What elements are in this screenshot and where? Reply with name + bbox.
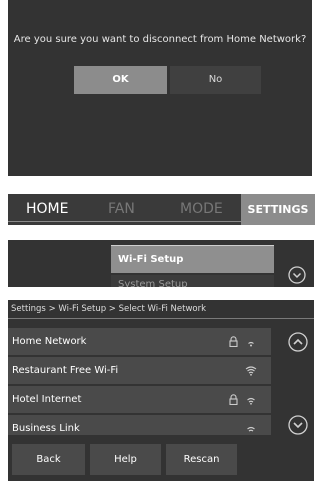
back-button[interactable]: Back — [12, 444, 85, 475]
network-name: Hotel Internet — [12, 394, 82, 405]
network-name: Business Link — [12, 423, 80, 434]
chevron-down-icon[interactable] — [288, 415, 308, 435]
dialog-message: Are you sure you want to disconnect from… — [13, 34, 307, 45]
tab-settings[interactable]: SETTINGS — [241, 194, 315, 225]
tab-bar: HOME FAN MODE SETTINGS — [8, 194, 315, 225]
menu-item-system-setup[interactable]: System Setup — [111, 275, 274, 287]
wifi-icon — [247, 426, 255, 432]
tab-fan[interactable]: FAN — [108, 194, 135, 225]
lock-icon — [229, 336, 238, 347]
tab-mode[interactable]: MODE — [180, 194, 223, 225]
wifi-icon — [245, 366, 257, 376]
chevron-up-icon[interactable] — [288, 332, 308, 352]
menu-item-wifi-setup[interactable]: Wi-Fi Setup — [111, 245, 274, 273]
network-name: Restaurant Free Wi-Fi — [12, 365, 119, 376]
chevron-down-icon[interactable] — [288, 266, 306, 284]
wifi-icon — [248, 341, 254, 347]
breadcrumb: Settings > Wi-Fi Setup > Select Wi-Fi Ne… — [11, 304, 207, 314]
divider — [8, 318, 314, 319]
network-row-restaurant-free-wifi[interactable]: Restaurant Free Wi-Fi — [8, 357, 271, 384]
network-row-hotel-internet[interactable]: Hotel Internet — [8, 386, 271, 413]
network-row-business-link[interactable]: Business Link — [8, 415, 271, 435]
tab-home[interactable]: HOME — [26, 194, 68, 225]
rescan-button[interactable]: Rescan — [166, 444, 237, 475]
wifi-icon — [247, 397, 255, 405]
settings-menu: Wi-Fi Setup System Setup — [8, 240, 314, 287]
network-row-home-network[interactable]: Home Network — [8, 328, 271, 355]
lock-icon — [229, 394, 238, 405]
wifi-network-screen: Settings > Wi-Fi Setup > Select Wi-Fi Ne… — [8, 300, 314, 481]
help-button[interactable]: Help — [90, 444, 161, 475]
confirm-dialog: Are you sure you want to disconnect from… — [8, 0, 312, 176]
network-name: Home Network — [12, 336, 87, 347]
ok-button[interactable]: OK — [74, 66, 167, 94]
no-button[interactable]: No — [170, 66, 261, 94]
